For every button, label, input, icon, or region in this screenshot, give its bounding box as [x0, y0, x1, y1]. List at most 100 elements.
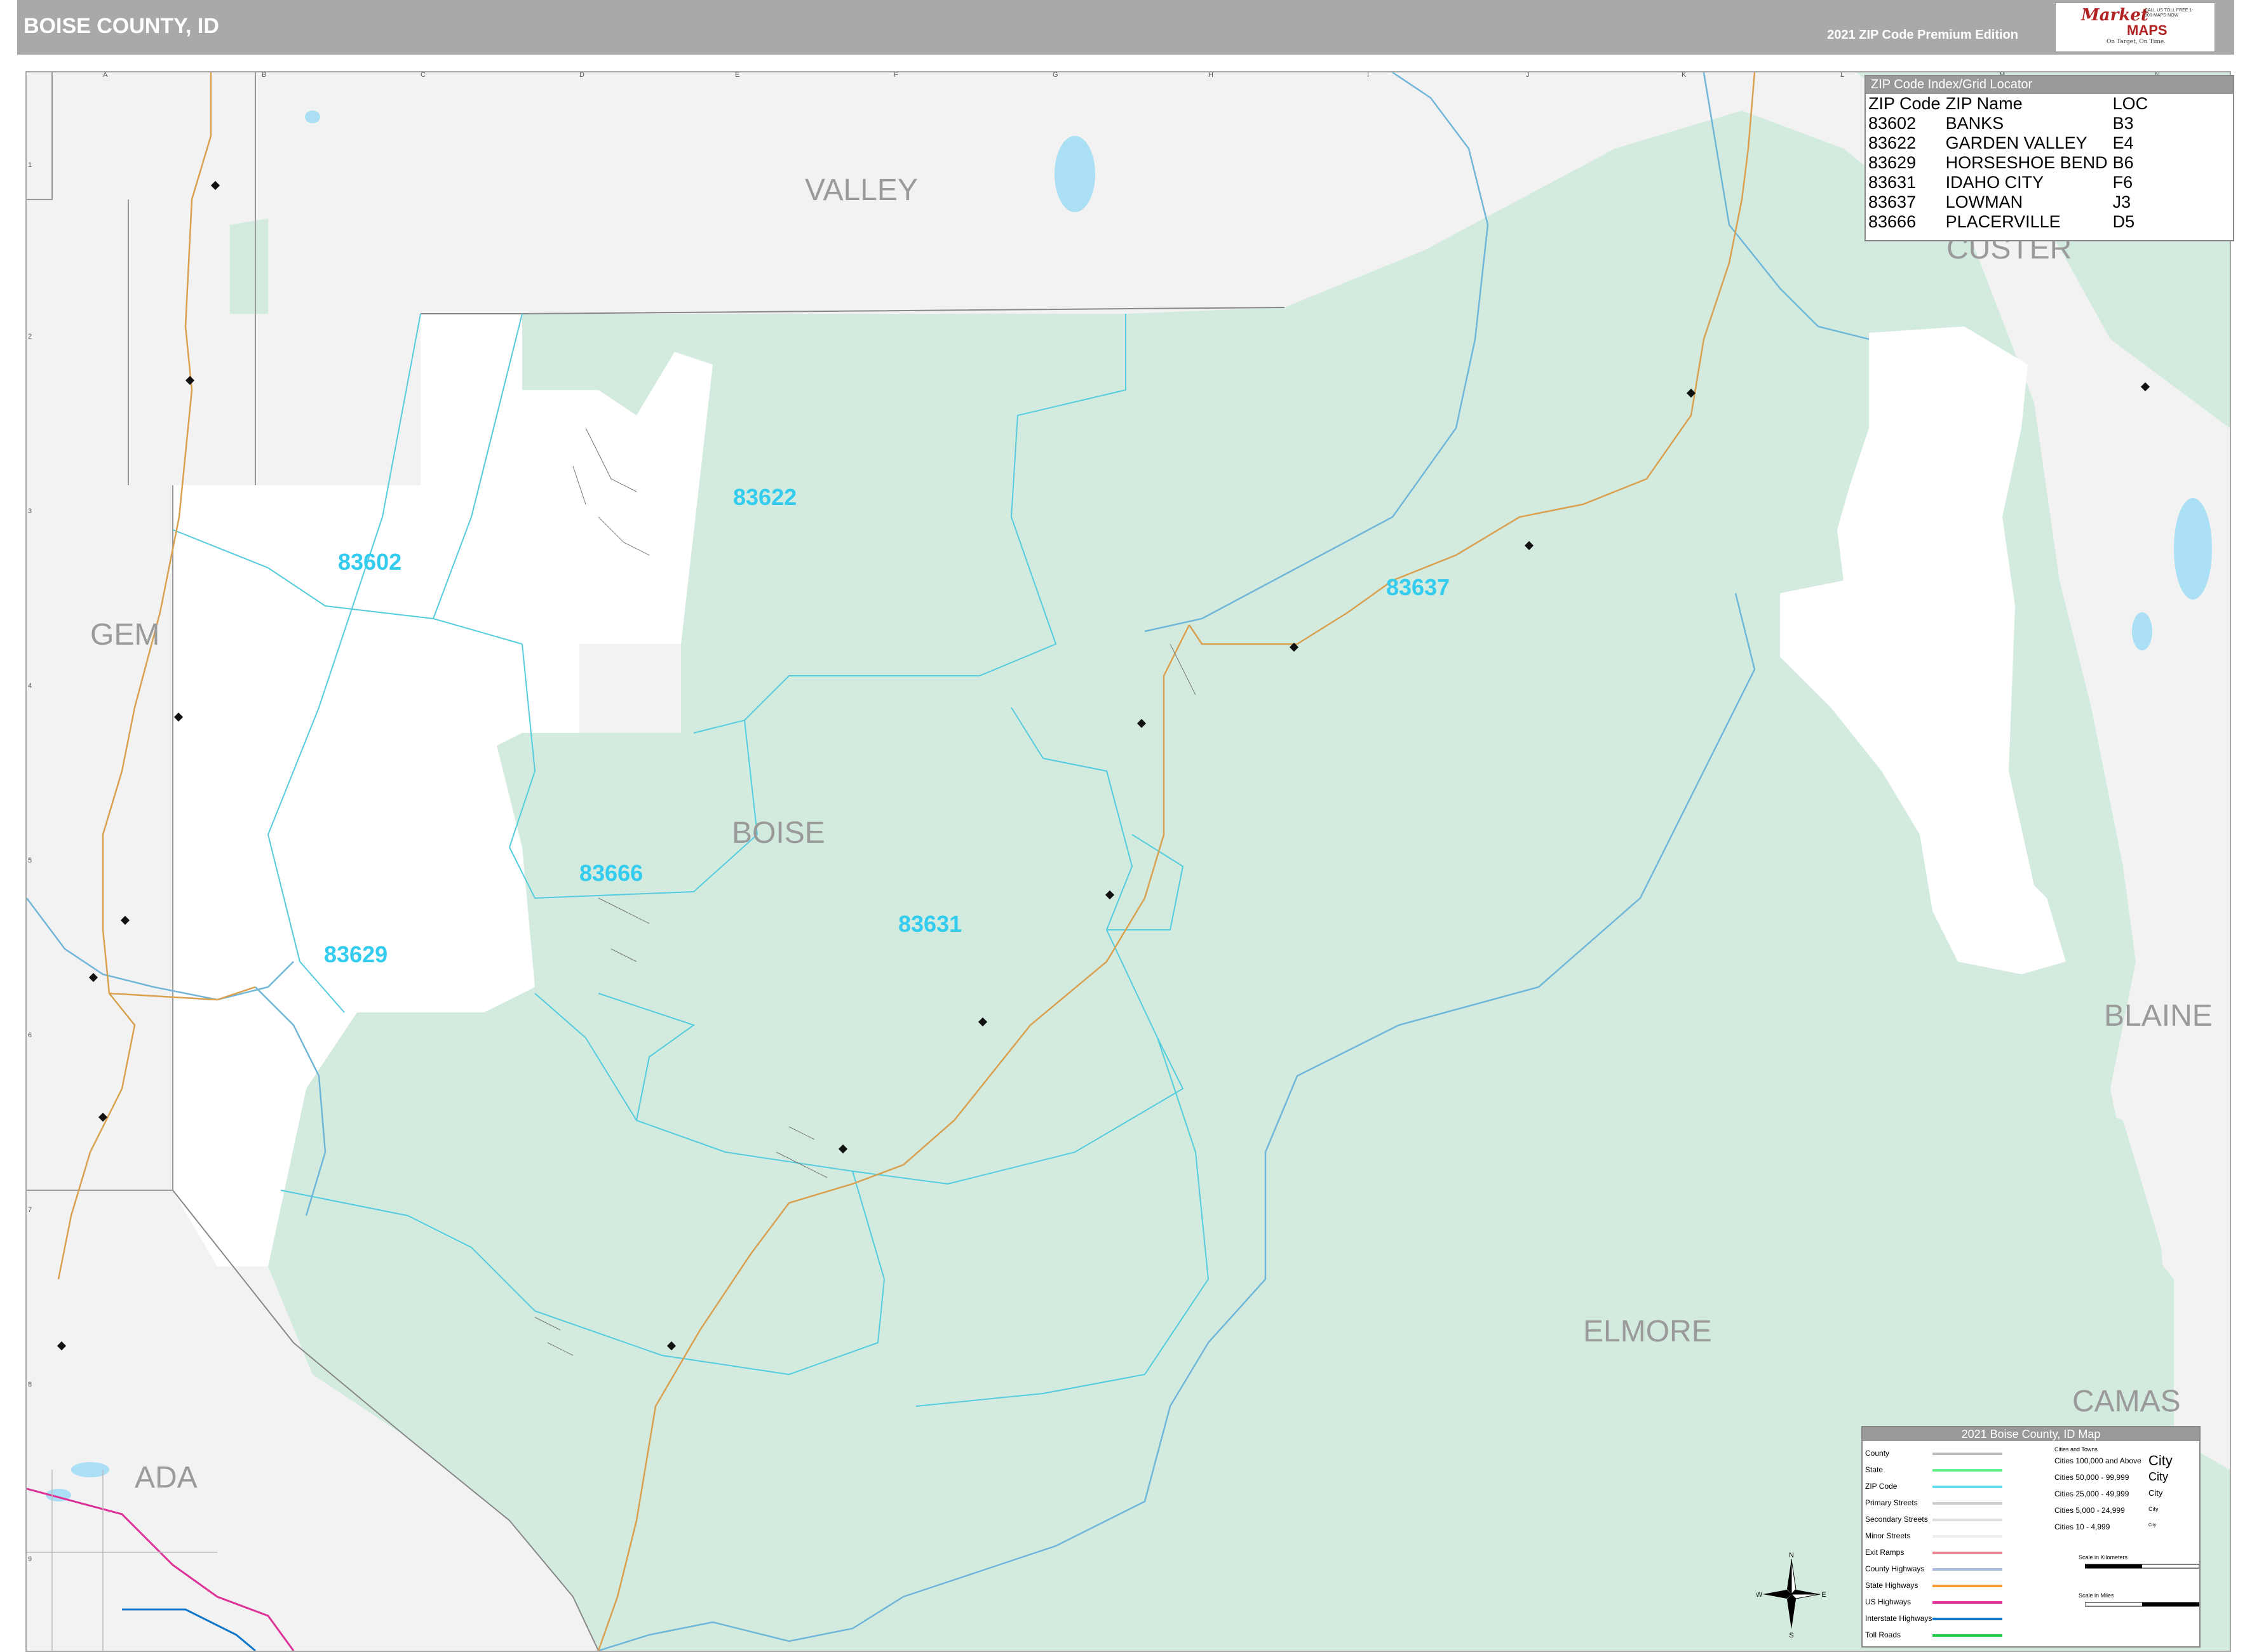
grid-letter-a: A: [103, 71, 108, 79]
zip-code-cell: 83631: [1868, 173, 1917, 192]
zip-loc-cell: D5: [2112, 212, 2135, 231]
map-legend: 2021 Boise County, ID Map County State ZIP…: [1861, 1426, 2201, 1648]
legend-scale-mi: Scale in Miles: [2079, 1592, 2114, 1599]
table-row: 83629 HORSESHOE BEND B6: [1868, 153, 2153, 173]
legend-swatch: [1932, 1634, 2002, 1637]
grid-number-6: 6: [28, 1031, 32, 1039]
grid-letter-j: J: [1526, 71, 1530, 79]
grid-letter-g: G: [1053, 71, 1058, 79]
grid-number-2: 2: [28, 333, 32, 340]
legend-city-sample: City: [2148, 1453, 2173, 1468]
table-row: 83631 IDAHO CITY F6: [1868, 173, 2153, 192]
grid-number-7: 7: [28, 1206, 32, 1214]
legend-swatch: [1932, 1469, 2002, 1472]
grid-letter-h: H: [1208, 71, 1213, 79]
zip-loc-cell: B6: [2112, 153, 2134, 172]
legend-item: Interstate Highways: [1865, 1614, 1932, 1623]
zip-name-cell: HORSESHOE BEND: [1945, 153, 2108, 172]
legend-swatch: [1932, 1601, 2002, 1604]
county-label-valley: VALLEY: [805, 173, 918, 207]
grid-letter-k: K: [1682, 71, 1687, 79]
county-label-camas: CAMAS: [2072, 1385, 2181, 1418]
grid-number-5: 5: [28, 857, 32, 864]
grid-letter-i: I: [1367, 71, 1370, 79]
market-maps-logo[interactable]: Market MAPS On Target, On Time. CALL US …: [2055, 3, 2215, 52]
table-row: 83637 LOWMAN J3: [1868, 192, 2153, 212]
county-label-gem: GEM: [90, 618, 160, 652]
legend-swatch: [1932, 1618, 2002, 1620]
legend-item: Secondary Streets: [1865, 1515, 1928, 1524]
zip-label-83666: 83666: [579, 860, 644, 886]
zip-index-table: ZIP Code ZIP Name LOC 83602 BANKS B3 836…: [1868, 94, 2153, 232]
zip-index-title: ZIP Code Index/Grid Locator: [1866, 76, 2233, 94]
county-label-ada: ADA: [135, 1461, 198, 1494]
legend-swatch: [1932, 1453, 2002, 1455]
header-bar: BOISE COUNTY, ID 2021 ZIP Code Premium E…: [17, 0, 2234, 55]
zip-name-cell: LOWMAN: [1945, 192, 2023, 212]
county-label-elmore: ELMORE: [1583, 1315, 1712, 1348]
legend-city-sample: City: [2148, 1523, 2157, 1528]
zip-name-cell: BANKS: [1945, 114, 2004, 133]
county-boundary-gem: [27, 485, 173, 1191]
grid-number-8: 8: [28, 1381, 32, 1388]
county-boundary-north: [27, 72, 256, 485]
legend-swatch: [1932, 1585, 2002, 1587]
grid-number-9: 9: [28, 1555, 32, 1563]
legend-item: ZIP Code: [1865, 1482, 1898, 1491]
zip-name-cell: IDAHO CITY: [1945, 173, 2044, 192]
zip-code-cell: 83622: [1868, 133, 1917, 152]
table-row: 83602 BANKS B3: [1868, 114, 2153, 133]
zip-index-header: ZIP Code: [1868, 94, 1941, 113]
legend-item: US Highways: [1865, 1597, 1912, 1606]
legend-swatch: [1932, 1519, 2002, 1521]
zip-name-cell: PLACERVILLE: [1945, 212, 2061, 231]
map-canvas[interactable]: A B C D E F G H I J K L M N 1 2 3 4 5 6 …: [25, 71, 2231, 1652]
legend-swatch: [1932, 1535, 2002, 1538]
legend-city-sample: City: [2148, 1506, 2159, 1512]
legend-swatch: [1932, 1568, 2002, 1571]
legend-cities-header: Cities and Towns: [2054, 1446, 2098, 1453]
legend-city-range: Cities 100,000 and Above: [2054, 1456, 2141, 1465]
zip-loc-cell: F6: [2112, 173, 2133, 192]
zip-label-83637: 83637: [1386, 574, 1450, 600]
table-row: 83622 GARDEN VALLEY E4: [1868, 133, 2153, 153]
compass-south: S: [1789, 1632, 1793, 1639]
legend-item: State Highways: [1865, 1581, 1918, 1590]
edition-label: 2021 ZIP Code Premium Edition: [1827, 28, 2018, 42]
legend-item: Toll Roads: [1865, 1630, 1901, 1639]
map-title: BOISE COUNTY, ID: [24, 14, 219, 38]
legend-title: 2021 Boise County, ID Map: [1863, 1427, 2199, 1441]
zip-code-cell: 83629: [1868, 153, 1917, 172]
map-drawing: [27, 72, 2230, 1651]
scale-bar-mi: [2085, 1602, 2199, 1607]
legend-city-range: Cities 50,000 - 99,999: [2054, 1473, 2129, 1482]
zip-code-index: ZIP Code Index/Grid Locator ZIP Code ZIP…: [1864, 75, 2234, 241]
legend-item: Exit Ramps: [1865, 1548, 1905, 1557]
zip-index-header: ZIP Name: [1945, 94, 2023, 113]
legend-item: Primary Streets: [1865, 1498, 1918, 1507]
zip-label-83631: 83631: [898, 911, 962, 937]
grid-letter-e: E: [735, 71, 740, 79]
grid-number-4: 4: [28, 682, 32, 690]
grid-letter-l: L: [1840, 71, 1845, 79]
table-row: 83666 PLACERVILLE D5: [1868, 212, 2153, 232]
legend-item: County: [1865, 1449, 1890, 1458]
logo-tagline: On Target, On Time.: [2107, 39, 2166, 45]
zip-name-cell: GARDEN VALLEY: [1945, 133, 2087, 152]
zip-label-83629: 83629: [324, 941, 388, 967]
zip-code-cell: 83666: [1868, 212, 1917, 231]
grid-letter-f: F: [894, 71, 898, 79]
county-label-boise: BOISE: [732, 816, 825, 850]
logo-contact: CALL US TOLL FREE 1-800-MAPS-NOW: [2145, 8, 2194, 18]
legend-city-sample: City: [2148, 1488, 2163, 1498]
compass-east: E: [1821, 1591, 1826, 1599]
grid-letter-c: C: [421, 71, 426, 79]
compass-north: N: [1789, 1552, 1794, 1559]
legend-item: State: [1865, 1465, 1884, 1474]
scale-bar-km: [2085, 1564, 2199, 1569]
zip-loc-cell: B3: [2112, 114, 2134, 133]
legend-city-sample: City: [2148, 1470, 2168, 1483]
legend-swatch: [1932, 1486, 2002, 1488]
legend-scale-km: Scale in Kilometers: [2079, 1554, 2128, 1561]
county-label-blaine: BLAINE: [2104, 999, 2213, 1033]
